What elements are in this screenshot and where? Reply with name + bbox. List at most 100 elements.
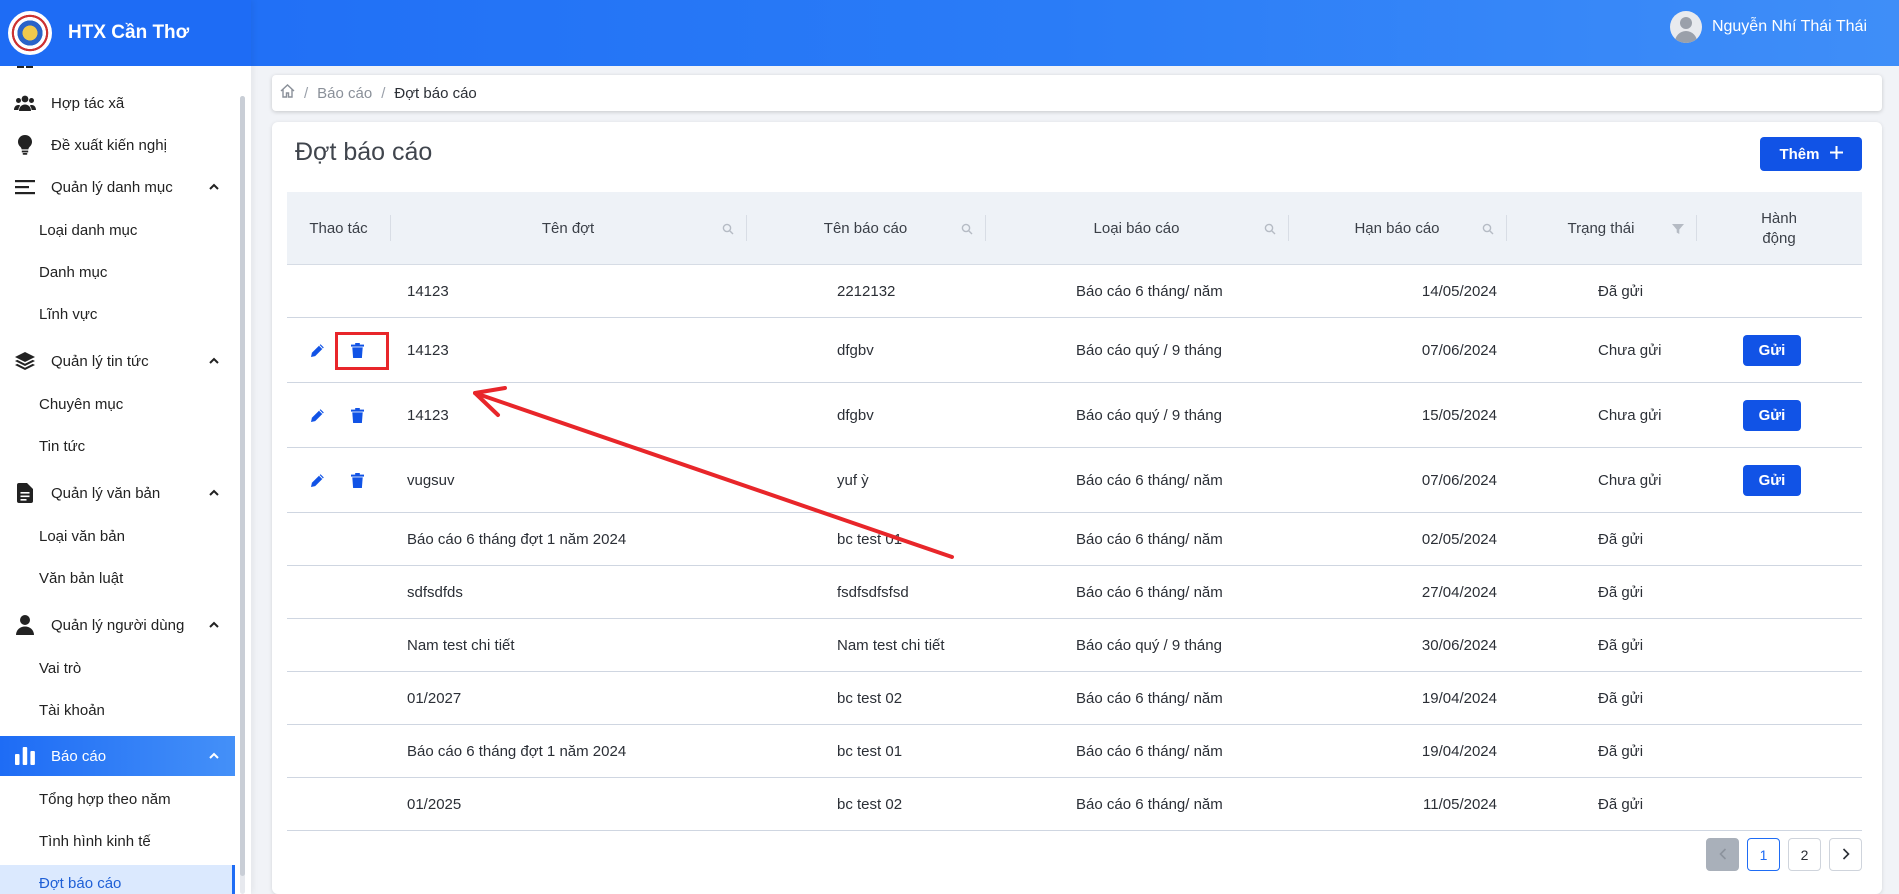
- sidebar-item-quan-ly-tin-tuc[interactable]: Quản lý tin tức: [0, 344, 235, 378]
- cell-ten-dot: vugsuv: [407, 471, 455, 489]
- lightbulb-icon: [14, 134, 36, 156]
- sidebar-item-label: Chuyên mục: [39, 396, 124, 413]
- dashboard-icon: [14, 66, 36, 76]
- col-header-label: Tên đợt: [541, 220, 595, 237]
- sidebar-subitem-loai-danh-muc[interactable]: Loại danh mục: [0, 222, 235, 242]
- cell-loai-bao-cao: Báo cáo 6 tháng/ năm: [1076, 742, 1223, 760]
- sidebar-subitem-danh-muc[interactable]: Danh mục: [0, 264, 235, 284]
- cell-han-bao-cao: 19/04/2024: [1421, 742, 1497, 760]
- annotation-highlight-box: [335, 332, 389, 370]
- sidebar-item-label: Loại danh mục: [39, 222, 138, 239]
- page-button-2[interactable]: 2: [1788, 838, 1821, 871]
- breadcrumb-separator: /: [381, 84, 386, 102]
- cell-ten-dot: Nam test chi tiết: [407, 636, 515, 654]
- chevron-up-icon: [209, 356, 219, 366]
- main-card: Đợt báo cáo Thêm Thao tác Tên đợt Tên bá…: [272, 122, 1882, 894]
- cell-ten-bao-cao: 2212132: [837, 282, 896, 300]
- breadcrumb-parent[interactable]: Báo cáo: [317, 85, 372, 102]
- trash-icon[interactable]: [347, 470, 367, 490]
- table-row: 14123 2212132 Báo cáo 6 tháng/ năm 14/05…: [287, 265, 1862, 318]
- sidebar-item-de-xuat-kien-nghi[interactable]: Đề xuất kiến nghị: [0, 128, 235, 162]
- cell-loai-bao-cao: Báo cáo 6 tháng/ năm: [1076, 530, 1223, 548]
- sidebar-item-label: Lĩnh vực: [39, 306, 98, 323]
- sidebar-item-label: Danh mục: [39, 264, 108, 281]
- sidebar-subitem-tinh-hinh-kinh-te[interactable]: Tình hình kinh tế: [0, 833, 235, 853]
- trash-icon[interactable]: [347, 405, 367, 425]
- col-han-bao-cao[interactable]: Hạn báo cáo: [1288, 192, 1506, 265]
- col-ten-bao-cao[interactable]: Tên báo cáo: [746, 192, 985, 265]
- cell-ten-dot: 14123: [407, 406, 449, 424]
- col-trang-thai[interactable]: Trạng thái: [1506, 192, 1696, 265]
- sidebar-subitem-loai-van-ban[interactable]: Loại văn bản: [0, 528, 235, 548]
- cell-han-bao-cao: 30/06/2024: [1421, 636, 1497, 654]
- cell-ten-dot: 01/2025: [407, 795, 462, 813]
- sidebar-item-quan-ly-nguoi-dung[interactable]: Quản lý người dùng: [0, 608, 235, 642]
- cell-trang-thai: Chưa gửi: [1598, 471, 1662, 489]
- next-page-button[interactable]: [1829, 838, 1862, 871]
- edit-icon[interactable]: [307, 340, 327, 360]
- add-button[interactable]: Thêm: [1760, 137, 1862, 171]
- sidebar-item-label: Tin tức: [39, 438, 86, 455]
- sidebar-item-label: Tài khoản: [39, 702, 105, 719]
- table-row: 14123 dfgbv Báo cáo quý / 9 tháng 07/06/…: [287, 318, 1862, 383]
- search-icon[interactable]: [1264, 222, 1276, 235]
- send-button[interactable]: Gửi: [1743, 464, 1801, 496]
- cell-trang-thai: Đã gửi: [1598, 636, 1644, 654]
- sidebar-subitem-chuyen-muc[interactable]: Chuyên mục: [0, 396, 235, 416]
- cell-han-bao-cao: 07/06/2024: [1421, 341, 1497, 359]
- sidebar-subitem-tong-hop-theo-nam[interactable]: Tổng hợp theo năm: [0, 791, 235, 811]
- sidebar-item-quan-ly-van-ban[interactable]: Quản lý văn bản: [0, 476, 235, 510]
- brand[interactable]: HTX Cần Thơ: [0, 0, 251, 66]
- send-button[interactable]: Gửi: [1743, 334, 1801, 366]
- search-icon[interactable]: [961, 222, 973, 235]
- page-button-1[interactable]: 1: [1747, 838, 1780, 871]
- table-row: sdfsdfds fsdfsdfsfsd Báo cáo 6 tháng/ nă…: [287, 566, 1862, 619]
- sidebar-item-label: Hợp tác xã: [51, 94, 125, 112]
- send-button[interactable]: Gửi: [1743, 399, 1801, 431]
- sidebar-item-bao-cao[interactable]: Báo cáo: [0, 736, 235, 776]
- cell-ten-dot: 14123: [407, 282, 449, 300]
- cell-han-bao-cao: 27/04/2024: [1421, 583, 1497, 601]
- sidebar-subitem-tai-khoan[interactable]: Tài khoản: [0, 702, 235, 722]
- sidebar-item-quan-ly-danh-muc[interactable]: Quản lý danh mục: [0, 170, 235, 204]
- sidebar-subitem-van-ban-luat[interactable]: Văn bản luật: [0, 570, 235, 590]
- prev-page-button[interactable]: [1706, 838, 1739, 871]
- filter-icon[interactable]: [1672, 222, 1684, 234]
- col-loai-bao-cao[interactable]: Loại báo cáo: [985, 192, 1288, 265]
- cell-han-bao-cao: 19/04/2024: [1421, 689, 1497, 707]
- cell-ten-dot: 14123: [407, 341, 449, 359]
- edit-icon[interactable]: [307, 405, 327, 425]
- cell-loai-bao-cao: Báo cáo 6 tháng/ năm: [1076, 282, 1223, 300]
- sidebar-item-partial[interactable]: [0, 66, 235, 76]
- bar-chart-icon: [14, 745, 36, 767]
- home-icon[interactable]: [280, 84, 295, 102]
- table-row: vugsuv yuf ỳ Báo cáo 6 tháng/ năm 07/06/…: [287, 448, 1862, 513]
- cell-loai-bao-cao: Báo cáo quý / 9 tháng: [1076, 406, 1222, 424]
- edit-icon[interactable]: [307, 470, 327, 490]
- plus-icon: [1829, 145, 1843, 163]
- col-thao-tac: Thao tác: [287, 192, 390, 265]
- cell-ten-bao-cao: yuf ỳ: [837, 471, 869, 489]
- cell-ten-bao-cao: bc test 02: [837, 795, 903, 813]
- cell-ten-bao-cao: bc test 01: [837, 742, 903, 760]
- cell-trang-thai: Đã gửi: [1598, 530, 1644, 548]
- search-icon[interactable]: [722, 222, 734, 235]
- cell-loai-bao-cao: Báo cáo 6 tháng/ năm: [1076, 795, 1223, 813]
- chevron-up-icon: [209, 488, 219, 498]
- table-row: 01/2027 bc test 02 Báo cáo 6 tháng/ năm …: [287, 672, 1862, 725]
- brand-logo: [8, 11, 52, 55]
- cell-ten-bao-cao: Nam test chi tiết: [837, 636, 945, 654]
- sidebar-subitem-dot-bao-cao[interactable]: Đợt báo cáo: [0, 865, 235, 894]
- sidebar-scrollbar-thumb[interactable]: [240, 96, 245, 876]
- report-table: Thao tác Tên đợt Tên báo cáo Loại báo cá…: [287, 192, 1862, 831]
- layers-icon: [14, 350, 36, 372]
- user-menu[interactable]: Nguyễn Nhí Thái Thái: [1669, 11, 1867, 43]
- search-icon[interactable]: [1482, 222, 1494, 235]
- col-ten-dot[interactable]: Tên đợt: [390, 192, 746, 265]
- user-name: Nguyễn Nhí Thái Thái: [1711, 18, 1867, 35]
- sidebar-subitem-linh-vuc[interactable]: Lĩnh vực: [0, 306, 235, 326]
- sidebar-subitem-tin-tuc[interactable]: Tin tức: [0, 438, 235, 458]
- sidebar-item-hop-tac-xa[interactable]: Hợp tác xã: [0, 86, 235, 120]
- sidebar-subitem-vai-tro[interactable]: Vai trò: [0, 660, 235, 680]
- cell-han-bao-cao: 15/05/2024: [1421, 406, 1497, 424]
